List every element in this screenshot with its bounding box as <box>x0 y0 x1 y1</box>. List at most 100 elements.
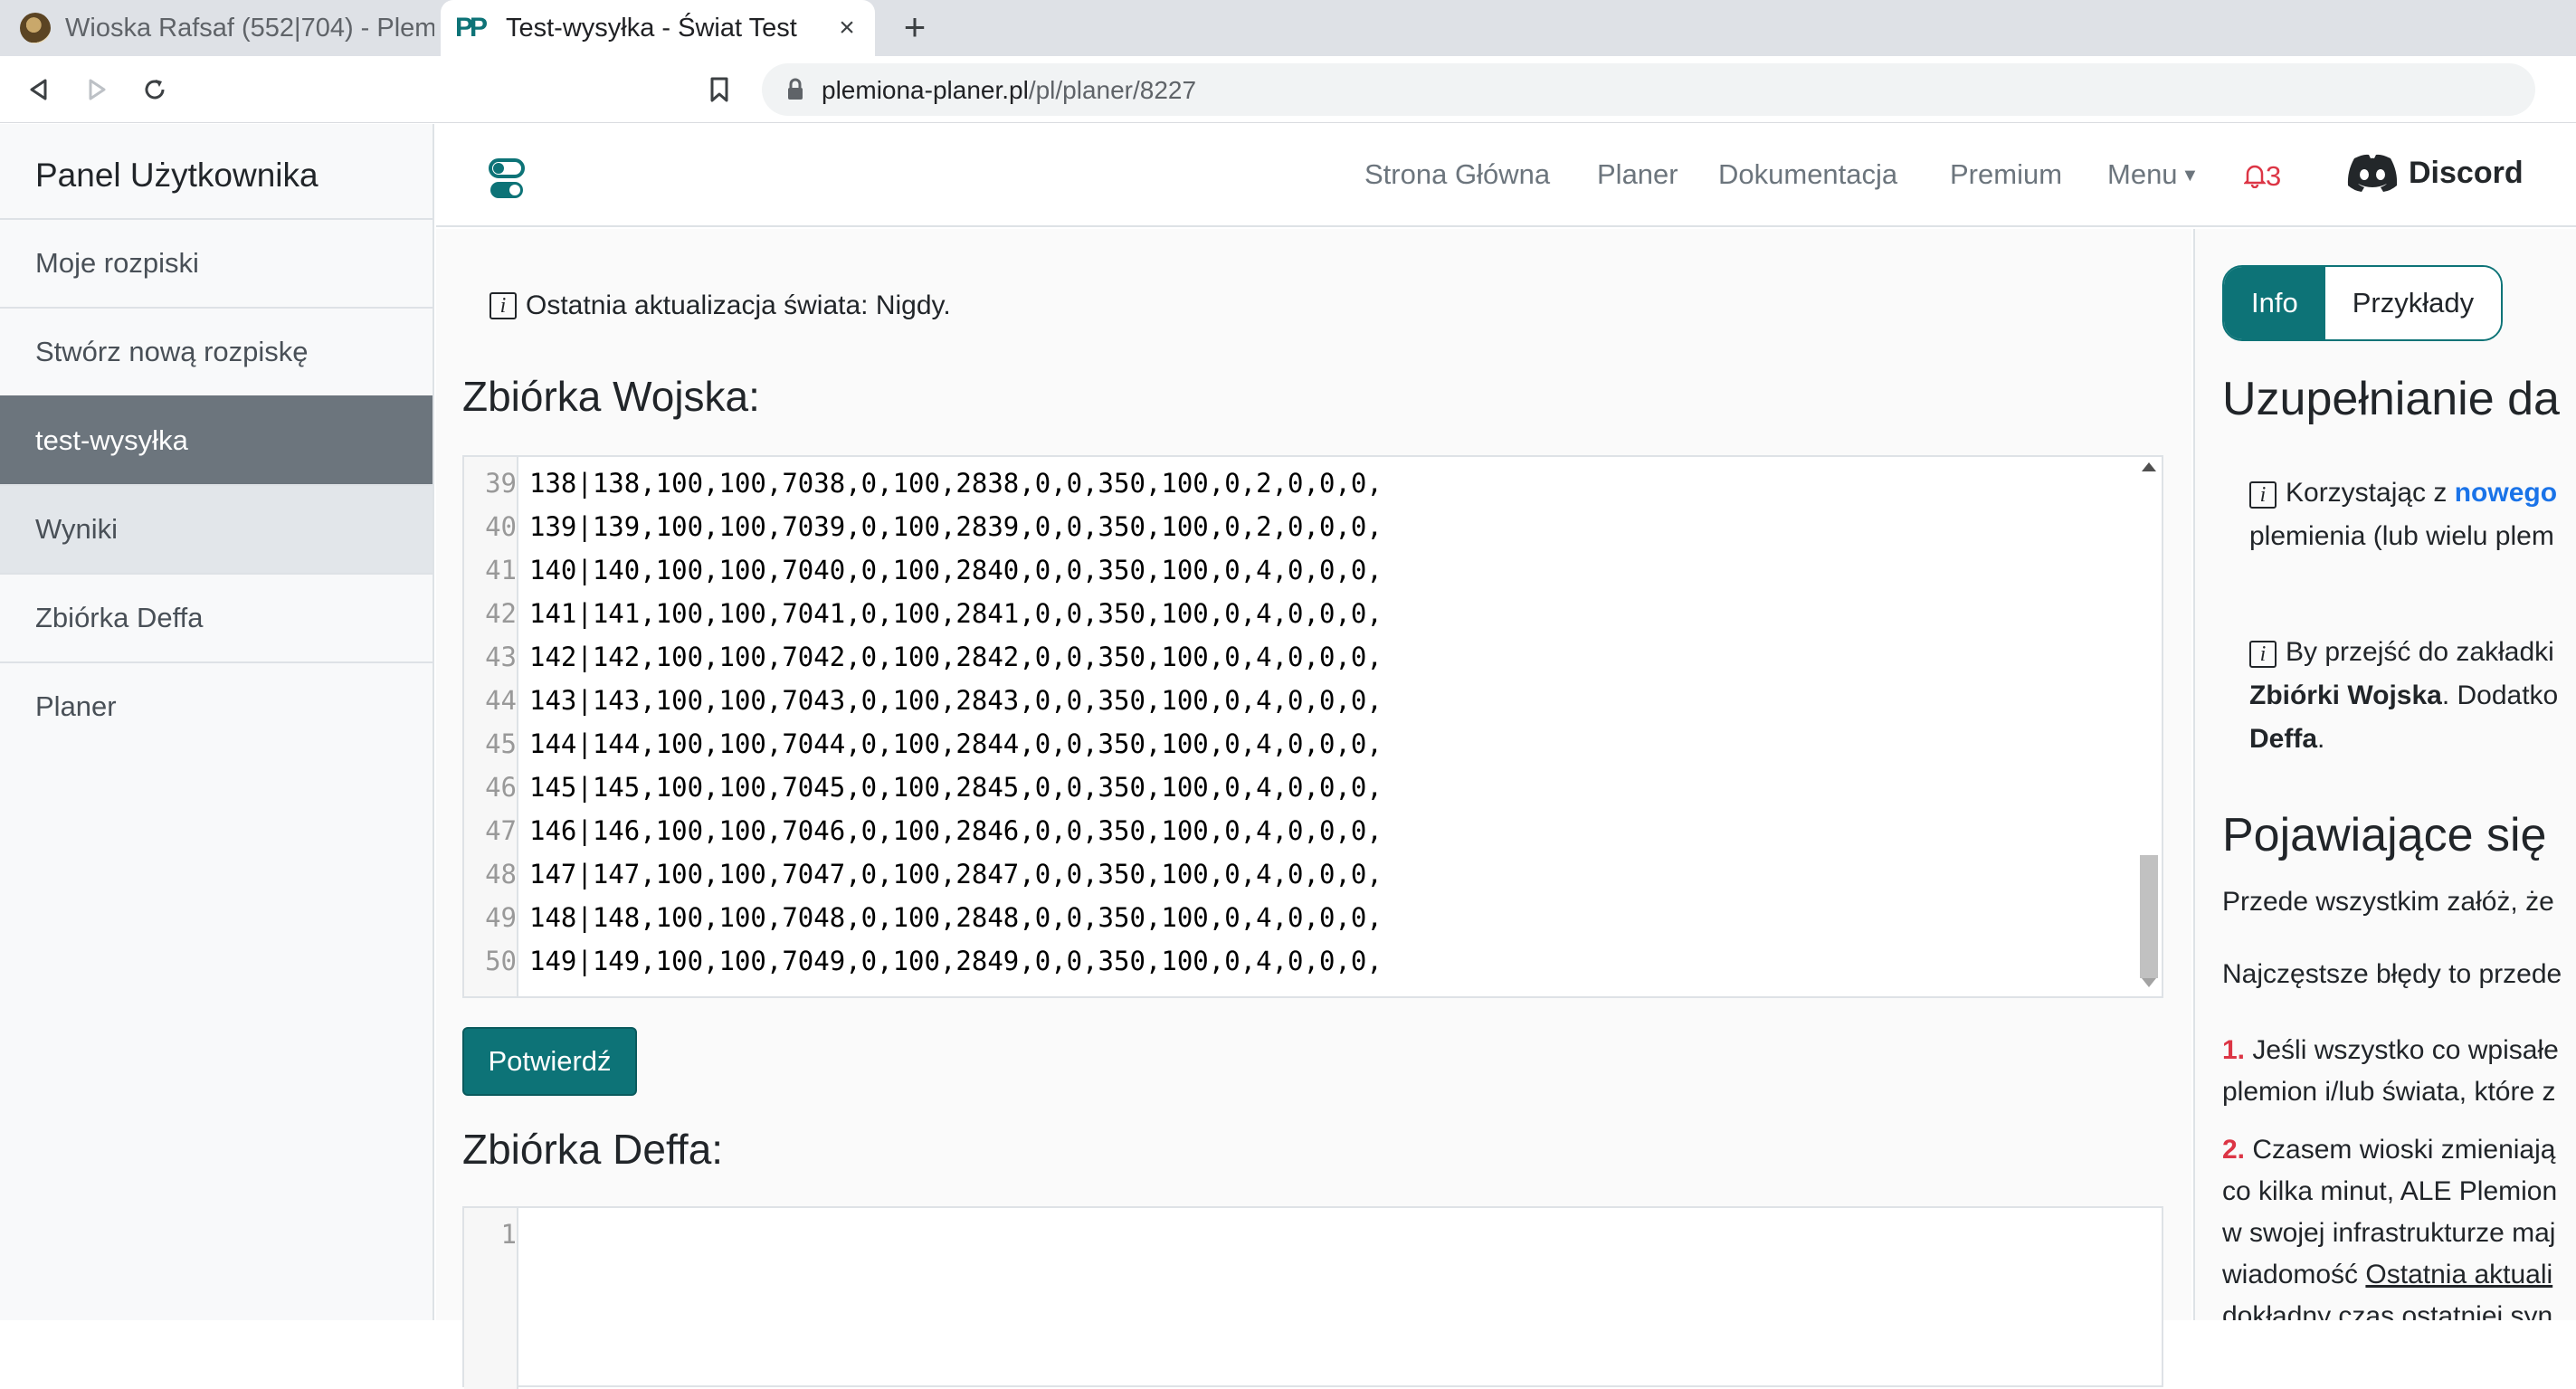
info-tabs: Info Przykłady <box>2222 265 2504 341</box>
info-paragraph-4: Najczęstsze błędy to przede <box>2222 959 2562 989</box>
main-content: i Ostatnia aktualizacja świata: Nigdy. Z… <box>436 229 2191 1389</box>
text: Jeśli wszystko co wpisałe <box>2245 1035 2559 1065</box>
line-number: 50 <box>485 946 517 976</box>
nav-premium[interactable]: Premium <box>1950 158 2062 191</box>
info-heading-1: Uzupełnianie da <box>2222 373 2560 425</box>
code-line[interactable]: 139|139,100,100,7039,0,100,2839,0,0,350,… <box>529 511 1383 542</box>
url-text: plemiona-planer.pl/pl/planer/8227 <box>822 76 1196 105</box>
code-line[interactable]: 141|141,100,100,7041,0,100,2841,0,0,350,… <box>529 598 1383 629</box>
tab-title: Test-wysyłka - Świat Test <box>506 13 797 43</box>
text-bold: Deffa <box>2249 724 2318 754</box>
code-line[interactable]: 145|145,100,100,7045,0,100,2845,0,0,350,… <box>529 772 1383 803</box>
back-arrow-icon[interactable] <box>18 69 60 110</box>
error-item-2b: co kilka minut, ALE Plemion <box>2222 1176 2558 1206</box>
code-line[interactable]: 147|147,100,100,7047,0,100,2847,0,0,350,… <box>529 859 1383 890</box>
army-code-editor[interactable]: 39 40 41 42 43 44 45 46 47 48 49 50 138|138,100,100… <box>462 455 2163 998</box>
browser-tab[interactable]: Wioska Rafsaf (552|704) - Plemiona <box>0 0 434 56</box>
line-number: 44 <box>485 685 517 716</box>
line-number: 46 <box>485 772 517 803</box>
scroll-down-arrow-icon[interactable] <box>2142 978 2156 987</box>
tribal-wars-favicon-icon <box>20 13 51 43</box>
line-number-gutter: 39 40 41 42 43 44 45 46 47 48 49 50 <box>464 457 518 996</box>
top-navbar: Strona Główna Planer Dokumentacja Premiu… <box>436 124 2576 227</box>
url-host: plemiona-planer.pl <box>822 76 1029 104</box>
text: . Dodatko <box>2441 680 2559 710</box>
deff-heading: Zbiórka Deffa: <box>462 1126 724 1173</box>
sidebar-item-moje-rozpiski[interactable]: Moje rozpiski <box>0 218 433 307</box>
new-tab-plus-icon[interactable]: + <box>894 7 936 49</box>
item-number: 2. <box>2222 1135 2246 1165</box>
line-number: 39 <box>485 468 517 499</box>
info-paragraph-2: i By przejść do zakładki <box>2249 631 2554 674</box>
close-tab-icon[interactable]: × <box>832 13 862 43</box>
bell-icon <box>2242 165 2267 189</box>
bookmark-icon[interactable] <box>699 69 740 110</box>
code-line[interactable]: 140|140,100,100,7040,0,100,2840,0,0,350,… <box>529 555 1383 585</box>
line-number: 43 <box>485 642 517 672</box>
url-path: /pl/planer/8227 <box>1028 76 1197 104</box>
sidebar: Panel Użytkownika Moje rozpiski Stwórz n… <box>0 124 434 1320</box>
text: wiadomość <box>2222 1260 2366 1289</box>
info-paragraph-2b: Zbiórki Wojska. Dodatko <box>2249 674 2558 718</box>
lock-icon <box>788 78 803 100</box>
code-line[interactable]: 143|143,100,100,7043,0,100,2843,0,0,350,… <box>529 685 1383 716</box>
reload-icon[interactable] <box>134 69 176 110</box>
line-number: 42 <box>485 598 517 629</box>
code-line[interactable]: 148|148,100,100,7048,0,100,2848,0,0,350,… <box>529 902 1383 933</box>
scroll-up-arrow-icon[interactable] <box>2142 462 2156 471</box>
info-icon: i <box>490 292 517 319</box>
scroll-thumb[interactable] <box>2140 855 2158 978</box>
world-update-note: i Ostatnia aktualizacja świata: Nigdy. <box>490 290 951 321</box>
code-line[interactable]: 146|146,100,100,7046,0,100,2846,0,0,350,… <box>529 815 1383 846</box>
sidebar-item-planer[interactable]: Planer <box>0 661 433 750</box>
tab-title: Wioska Rafsaf (552|704) - Plemiona <box>65 13 434 43</box>
underlined-text: Ostatnia aktuali <box>2365 1260 2553 1289</box>
error-item-2: 2. Czasem wioski zmieniają <box>2222 1128 2555 1172</box>
info-heading-2: Pojawiające się <box>2222 809 2547 861</box>
tab-przyklady[interactable]: Przykłady <box>2324 267 2502 339</box>
toggle-logo-icon[interactable] <box>489 158 525 200</box>
confirm-button[interactable]: Potwierdź <box>462 1027 637 1096</box>
forward-arrow-icon[interactable] <box>76 69 118 110</box>
sidebar-item-stworz-rozpiske[interactable]: Stwórz nową rozpiskę <box>0 307 433 395</box>
nav-strona-glowna[interactable]: Strona Główna <box>1364 158 1550 191</box>
caret-down-icon: ▼ <box>2181 166 2200 186</box>
text: Czasem wioski zmieniają <box>2245 1135 2556 1165</box>
info-paragraph-1b: plemienia (lub wielu plem <box>2249 521 2554 551</box>
line-number: 41 <box>485 555 517 585</box>
nav-planer[interactable]: Planer <box>1597 158 1678 191</box>
editor-scrollbar[interactable] <box>2136 457 2160 996</box>
nav-dokumentacja[interactable]: Dokumentacja <box>1718 158 1897 191</box>
discord-link[interactable]: Discord <box>2345 153 2524 193</box>
error-item-1b: plemion i/lub świata, które z <box>2222 1077 2556 1107</box>
line-number: 47 <box>485 815 517 846</box>
code-line[interactable]: 142|142,100,100,7042,0,100,2842,0,0,350,… <box>529 642 1383 672</box>
item-number: 1. <box>2222 1035 2246 1065</box>
sidebar-item-wyniki[interactable]: Wyniki <box>0 484 433 573</box>
line-number-gutter: 1 <box>464 1208 518 1389</box>
code-line[interactable]: 149|149,100,100,7049,0,100,2849,0,0,350,… <box>529 946 1383 976</box>
army-heading: Zbiórka Wojska: <box>462 373 760 420</box>
browser-tab-active[interactable]: PP Test-wysyłka - Świat Test × <box>441 0 875 56</box>
sidebar-title: Panel Użytkownika <box>35 157 318 194</box>
tab-info[interactable]: Info <box>2224 267 2325 339</box>
world-update-text: Ostatnia aktualizacja świata: Nigdy. <box>526 290 951 320</box>
text: . <box>2317 724 2325 754</box>
nav-menu-dropdown[interactable]: Menu ▼ <box>2107 158 2199 191</box>
info-panel: Info Przykłady Uzupełnianie da i Korzysta… <box>2193 229 2576 1320</box>
planer-favicon-icon: PP <box>455 13 488 43</box>
line-number: 1 <box>500 1219 517 1250</box>
info-paragraph-1: i Korzystając z nowego <box>2249 471 2557 515</box>
deff-code-editor[interactable]: 1 <box>462 1206 2163 1389</box>
sidebar-item-test-wysylka[interactable]: test-wysyłka <box>0 395 433 484</box>
line-number: 40 <box>485 511 517 542</box>
notifications[interactable]: 3 <box>2242 160 2281 193</box>
discord-label: Discord <box>2409 155 2524 190</box>
link-nowego[interactable]: nowego <box>2455 478 2557 508</box>
code-line[interactable]: 144|144,100,100,7044,0,100,2844,0,0,350,… <box>529 728 1383 759</box>
url-bar[interactable]: plemiona-planer.pl/pl/planer/8227 <box>762 63 2535 116</box>
sidebar-item-zbiorka-deffa[interactable]: Zbiórka Deffa <box>0 573 433 661</box>
info-icon: i <box>2249 481 2277 509</box>
browser-tab-bar: Wioska Rafsaf (552|704) - Plemiona PP Te… <box>0 0 2576 56</box>
code-line[interactable]: 138|138,100,100,7038,0,100,2838,0,0,350,… <box>529 468 1383 499</box>
